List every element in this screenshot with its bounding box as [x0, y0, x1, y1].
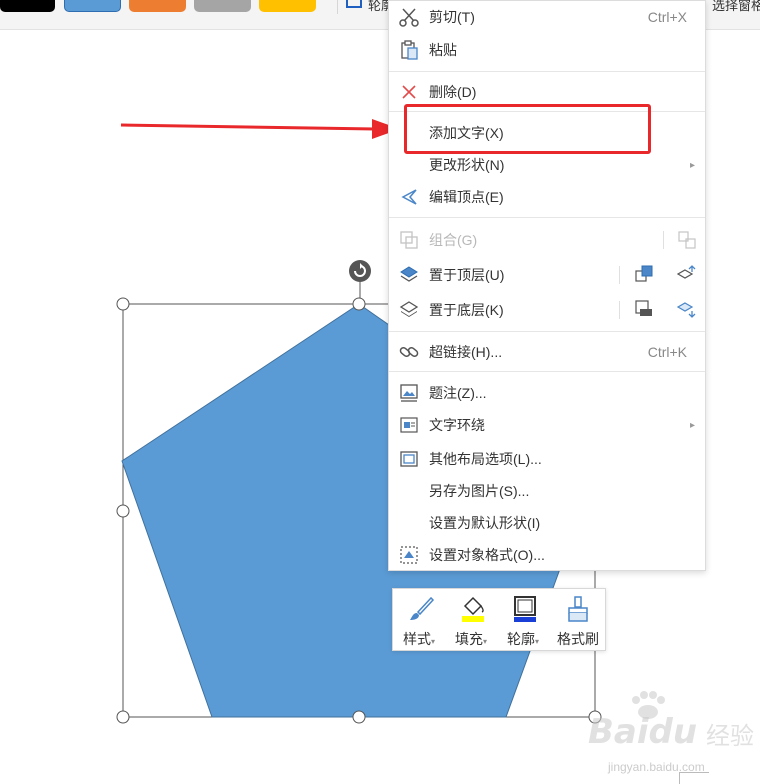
- submenu-arrow-icon: ▸: [689, 419, 695, 431]
- menu-shortcut: Ctrl+K: [647, 344, 687, 360]
- menu-item-label: 更改形状(N): [429, 157, 505, 173]
- menu-item-label: 设置对象格式(O)...: [429, 547, 545, 563]
- style-swatch-gold[interactable]: [259, 0, 316, 12]
- menu-item-set-default-shape[interactable]: 设置为默认形状(I): [389, 508, 705, 538]
- text-wrap-icon: [400, 417, 418, 433]
- fill-button[interactable]: 填充▾: [445, 589, 497, 650]
- outline-icon[interactable]: [346, 0, 362, 8]
- mini-toolbar: 样式▾ 填充▾ 轮廓▾ 格式刷: [392, 588, 606, 651]
- context-menu: 剪切(T) Ctrl+X 粘贴 删除(D) 添加文字(X) 更改形状(N) ▸ …: [388, 0, 706, 571]
- outline-button-label: 轮廓▾: [506, 631, 539, 647]
- bring-front-icon[interactable]: [634, 264, 654, 284]
- menu-item-layout-options[interactable]: 其他布局选项(L)...: [389, 444, 705, 474]
- baidu-watermark: Baidu 经验 jingyan.baidu.com: [578, 690, 758, 780]
- ribbon-divider: [337, 0, 338, 14]
- menu-item-cut[interactable]: 剪切(T) Ctrl+X: [389, 2, 705, 32]
- format-painter-label: 格式刷: [557, 631, 599, 647]
- style-swatch-blue[interactable]: [64, 0, 121, 12]
- menu-item-edit-points[interactable]: 编辑顶点(E): [389, 182, 705, 212]
- menu-item-label: 剪切(T): [429, 9, 475, 25]
- format-painter-icon: [568, 596, 588, 622]
- outline-button[interactable]: 轮廓▾: [497, 589, 549, 650]
- annotation-highlight-box: [404, 104, 651, 154]
- menu-vertical-divider: [619, 266, 620, 284]
- menu-item-send-to-back[interactable]: 置于底层(K): [389, 295, 705, 325]
- clipboard-icon: [401, 40, 418, 60]
- caption-image-icon: [400, 384, 418, 402]
- rotate-handle-icon[interactable]: [349, 260, 371, 282]
- page-corner-marker: [679, 772, 709, 784]
- menu-item-save-as-picture[interactable]: 另存为图片(S)...: [389, 476, 705, 506]
- resize-handle-bottom-left[interactable]: [116, 710, 130, 724]
- menu-vertical-divider: [619, 301, 620, 319]
- brush-icon: [410, 596, 435, 620]
- resize-handle-top-left[interactable]: [116, 297, 130, 311]
- menu-item-label: 文字环绕: [429, 417, 485, 433]
- edit-points-icon: [401, 189, 417, 205]
- menu-vertical-divider: [663, 231, 664, 249]
- watermark-brand: Baidu: [588, 712, 698, 752]
- ribbon-selection-pane-label[interactable]: 选择窗格: [712, 0, 760, 14]
- menu-item-text-wrap[interactable]: 文字环绕 ▸: [389, 410, 705, 440]
- menu-item-delete[interactable]: 删除(D): [389, 77, 705, 107]
- menu-item-label: 题注(Z)...: [429, 385, 487, 401]
- menu-separator: [389, 71, 705, 72]
- menu-item-change-shape[interactable]: 更改形状(N) ▸: [389, 150, 705, 180]
- menu-item-hyperlink[interactable]: 超链接(H)... Ctrl+K: [389, 337, 705, 367]
- scissors-icon: [399, 8, 419, 27]
- style-button-label: 样式▾: [402, 631, 435, 647]
- menu-item-bring-to-front[interactable]: 置于顶层(U): [389, 260, 705, 290]
- style-button[interactable]: 样式▾: [393, 589, 445, 650]
- style-swatch-gray[interactable]: [194, 0, 251, 12]
- menu-item-paste[interactable]: 粘贴: [389, 35, 705, 65]
- menu-item-label: 粘贴: [429, 42, 457, 58]
- resize-handle-top[interactable]: [352, 297, 366, 311]
- delete-x-icon: [402, 85, 416, 99]
- send-backward-icon[interactable]: [677, 299, 697, 319]
- style-swatch-black[interactable]: [0, 0, 55, 12]
- submenu-arrow-icon: ▸: [689, 159, 695, 171]
- send-back-icon[interactable]: [634, 299, 654, 319]
- format-painter-button[interactable]: 格式刷: [549, 589, 607, 650]
- fill-bucket-icon: [462, 596, 484, 622]
- resize-handle-bottom[interactable]: [352, 710, 366, 724]
- menu-item-label: 置于顶层(U): [429, 267, 505, 283]
- menu-item-label: 超链接(H)...: [429, 344, 503, 360]
- bring-forward-icon[interactable]: [677, 264, 697, 284]
- resize-handle-left[interactable]: [116, 504, 130, 518]
- group-icon: [400, 231, 418, 249]
- link-icon: [399, 346, 419, 358]
- menu-item-label: 置于底层(K): [429, 302, 504, 318]
- menu-separator: [389, 371, 705, 372]
- menu-separator: [389, 217, 705, 218]
- layout-frame-icon: [400, 451, 418, 467]
- menu-item-group: 组合(G): [389, 225, 705, 255]
- style-swatch-orange[interactable]: [129, 0, 186, 12]
- watermark-product: 经验: [706, 723, 754, 750]
- menu-item-label: 其他布局选项(L)...: [429, 451, 542, 467]
- menu-item-caption[interactable]: 题注(Z)...: [389, 378, 705, 408]
- fill-button-label: 填充▾: [454, 631, 487, 647]
- menu-separator: [389, 331, 705, 332]
- menu-item-format-object[interactable]: 设置对象格式(O)...: [389, 540, 705, 570]
- menu-item-label: 删除(D): [429, 84, 477, 100]
- menu-item-label: 另存为图片(S)...: [429, 483, 530, 499]
- menu-item-label: 组合(G): [429, 232, 478, 248]
- layers-bottom-icon: [399, 301, 419, 317]
- ungroup-icon: [678, 231, 696, 249]
- format-object-icon: [400, 546, 418, 564]
- layers-top-icon: [400, 266, 418, 282]
- menu-item-label: 设置为默认形状(I): [429, 515, 541, 531]
- menu-shortcut: Ctrl+X: [647, 9, 687, 25]
- outline-square-icon: [514, 596, 536, 622]
- menu-item-label: 编辑顶点(E): [429, 189, 504, 205]
